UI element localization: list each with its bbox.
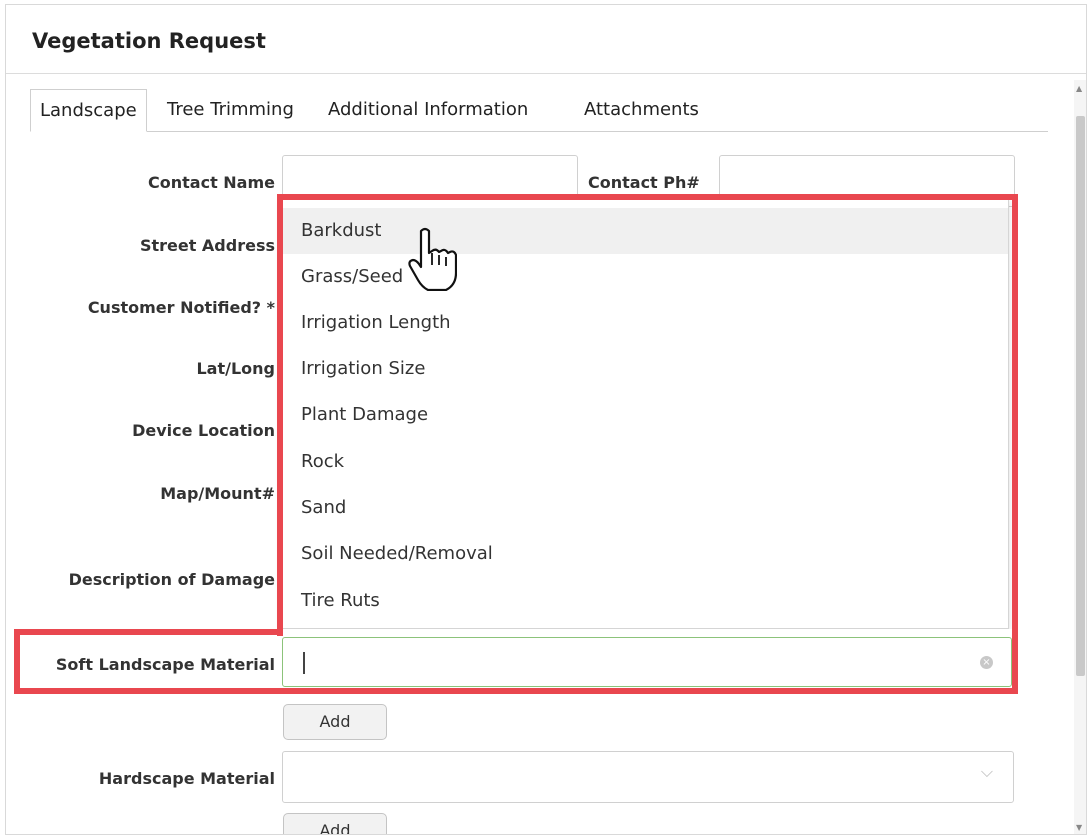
add-hardscape-button[interactable]: Add [283, 813, 387, 834]
street-address-label: Street Address [139, 236, 275, 255]
soft-landscape-material-label: Soft Landscape Material [55, 655, 275, 674]
callout-join-line [283, 629, 1012, 631]
add-soft-landscape-button[interactable]: Add [283, 704, 387, 740]
tab-tree-trimming[interactable]: Tree Trimming [167, 89, 294, 131]
soft-landscape-dropdown-list: Barkdust Grass/Seed Irrigation Length Ir… [281, 199, 1009, 629]
contact-phone-label: Contact Ph# [588, 173, 700, 192]
description-of-damage-label: Description of Damage [68, 570, 275, 589]
hand-pointer-icon [408, 227, 457, 291]
contact-name-label: Contact Name [148, 173, 275, 192]
dropdown-option-sand[interactable]: Sand [282, 485, 1008, 531]
tab-landscape[interactable]: Landscape [30, 89, 147, 132]
clear-circle-icon[interactable]: × [980, 656, 993, 669]
vertical-scrollbar[interactable]: ▲ ▼ [1074, 80, 1086, 834]
dropdown-option-rock[interactable]: Rock [282, 439, 1008, 485]
window-titlebar: Vegetation Request [6, 5, 1086, 74]
scrollbar-thumb[interactable] [1076, 116, 1085, 676]
device-location-label: Device Location [132, 421, 275, 440]
chevron-down-icon[interactable]: ⌵ [981, 762, 993, 782]
text-caret [303, 652, 305, 674]
map-mount-label: Map/Mount# [160, 484, 275, 503]
dropdown-option-barkdust[interactable]: Barkdust [282, 208, 1008, 254]
window-title: Vegetation Request [32, 29, 266, 53]
scroll-up-icon[interactable]: ▲ [1076, 84, 1082, 93]
dropdown-option-plant-damage[interactable]: Plant Damage [282, 392, 1008, 438]
dropdown-option-irrigation-size[interactable]: Irrigation Size [282, 346, 1008, 392]
tab-additional-information[interactable]: Additional Information [328, 89, 528, 131]
tab-attachments[interactable]: Attachments [584, 89, 699, 131]
hardscape-material-select[interactable]: ⌵ [282, 751, 1014, 803]
customer-notified-label: Customer Notified? * [87, 298, 275, 317]
soft-landscape-material-input[interactable]: × [282, 637, 1012, 687]
dropdown-option-irrigation-length[interactable]: Irrigation Length [282, 300, 1008, 346]
tab-bar: Landscape Tree Trimming Additional Infor… [30, 89, 1048, 132]
scroll-down-icon[interactable]: ▼ [1076, 823, 1082, 832]
dropdown-option-grass-seed[interactable]: Grass/Seed [282, 254, 1008, 300]
hardscape-material-label: Hardscape Material [98, 769, 275, 788]
lat-long-label: Lat/Long [196, 359, 275, 378]
dropdown-option-soil-needed-removal[interactable]: Soil Needed/Removal [282, 531, 1008, 577]
dropdown-option-tire-ruts[interactable]: Tire Ruts [282, 578, 1008, 624]
